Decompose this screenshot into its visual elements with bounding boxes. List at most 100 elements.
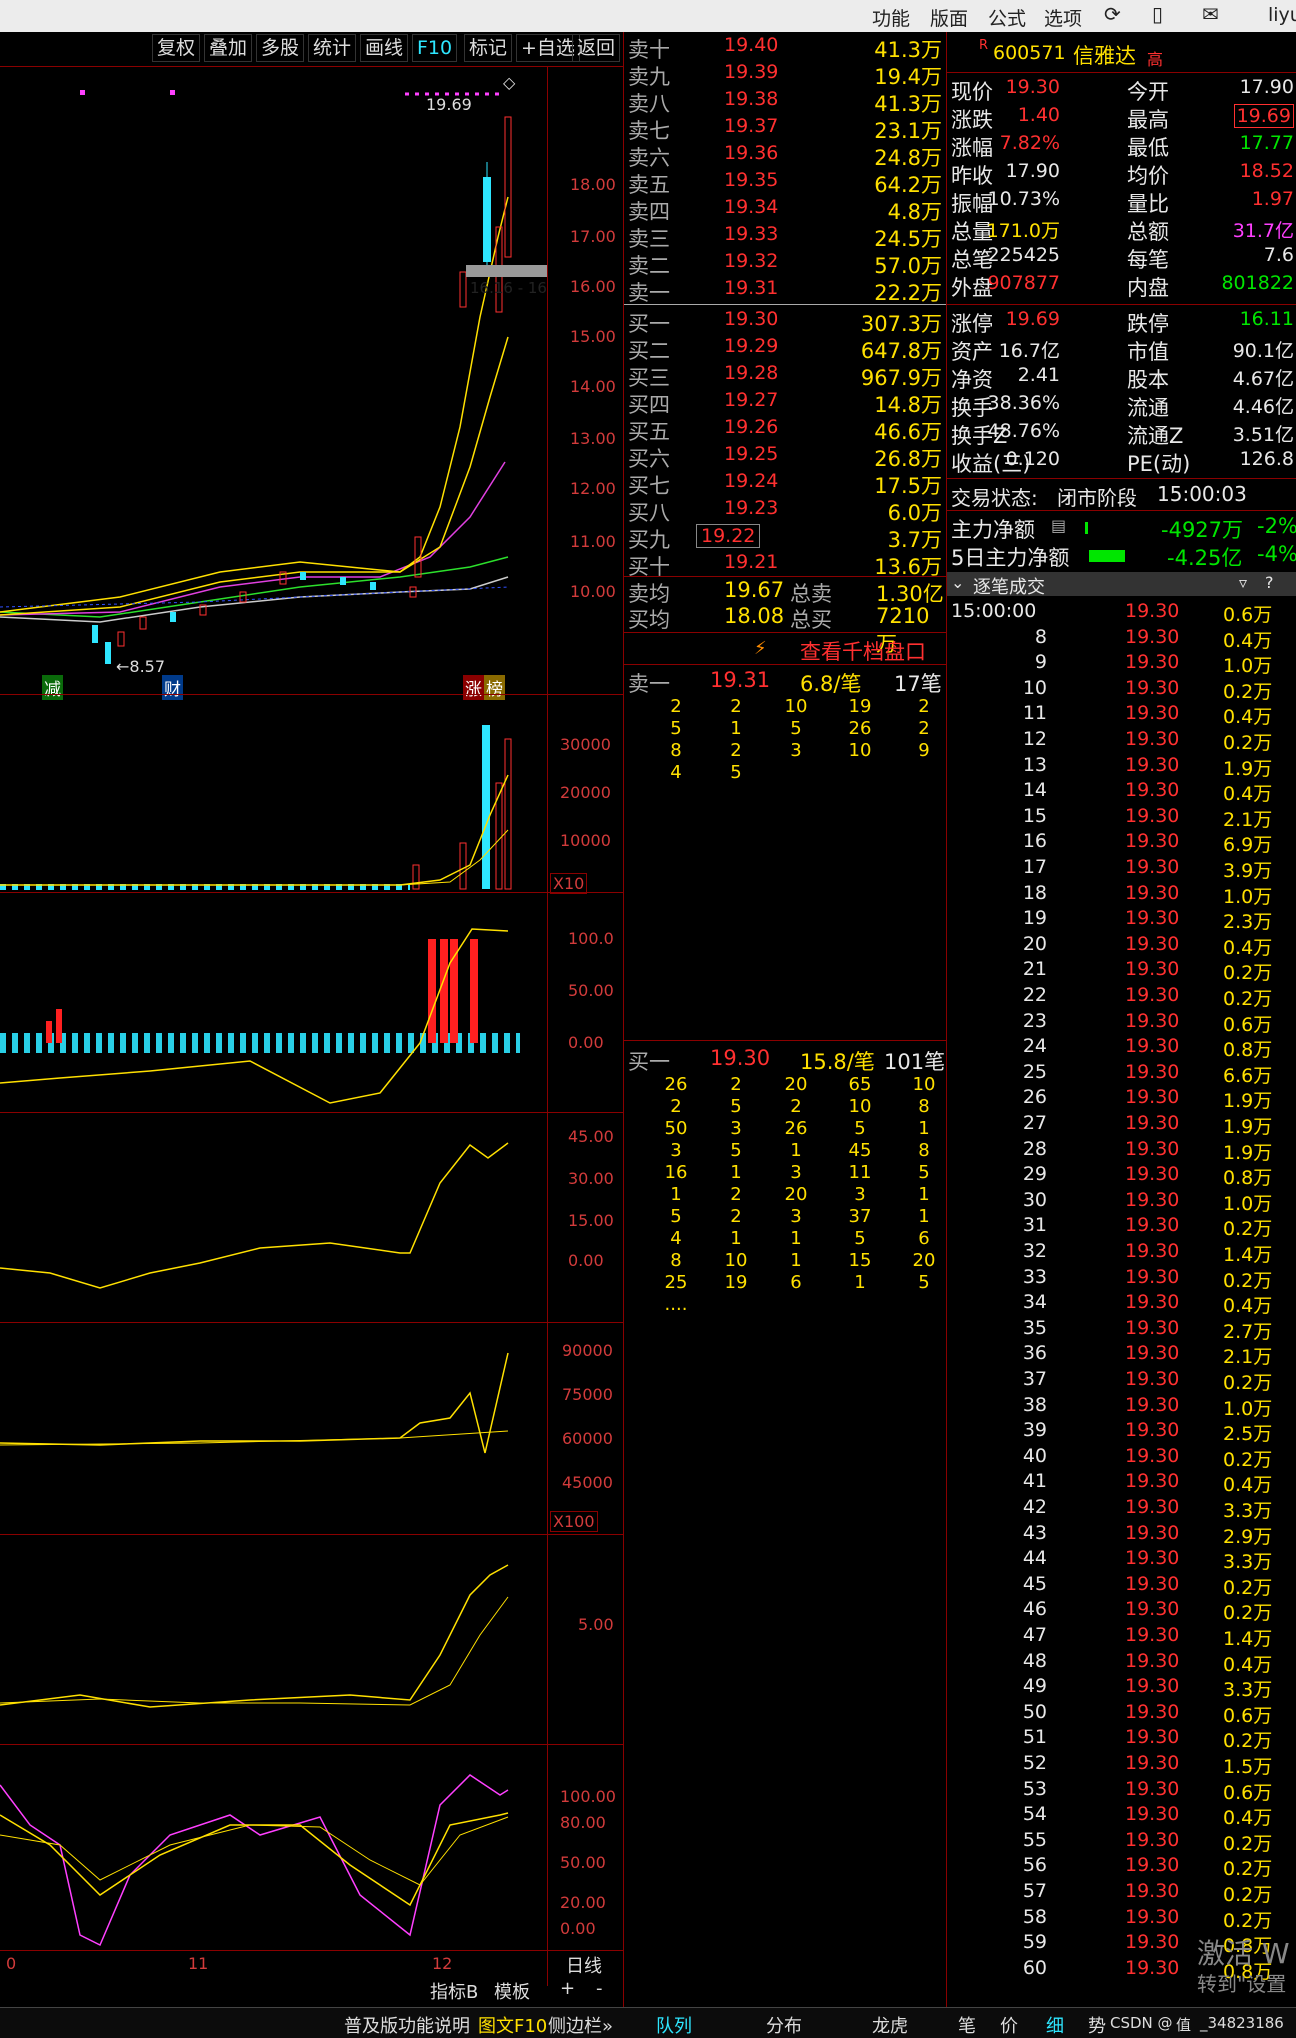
diamond-icon[interactable]: ◇: [503, 73, 515, 92]
order-sell-price[interactable]: 19.35: [724, 169, 778, 191]
tick-price[interactable]: 19.30: [1125, 1598, 1179, 1620]
kline-panel[interactable]: 18.00 17.00 16.00 15.00 14.00 13.00 12.0…: [0, 66, 623, 700]
tick-price[interactable]: 19.30: [1125, 1112, 1179, 1134]
period-daily-button[interactable]: 日线: [566, 1952, 602, 1978]
tick-price[interactable]: 19.30: [1125, 1624, 1179, 1646]
order-buy-price[interactable]: 19.27: [724, 389, 778, 411]
tick-price[interactable]: 19.30: [1125, 1061, 1179, 1083]
tick-price[interactable]: 19.30: [1125, 1240, 1179, 1262]
order-sell-price[interactable]: 19.33: [724, 223, 778, 245]
tick-price[interactable]: 19.30: [1125, 651, 1179, 673]
tab-detail[interactable]: 细: [1046, 2012, 1064, 2038]
view-qiandang-button[interactable]: 查看千档盘口: [800, 636, 926, 666]
tick-price[interactable]: 19.30: [1125, 1726, 1179, 1748]
tick-price[interactable]: 19.30: [1125, 1496, 1179, 1518]
tick-price[interactable]: 19.30: [1125, 1138, 1179, 1160]
tick-price[interactable]: 19.30: [1125, 1394, 1179, 1416]
tick-price[interactable]: 19.30: [1125, 1368, 1179, 1390]
order-sell-price[interactable]: 19.37: [724, 115, 778, 137]
tick-price[interactable]: 19.30: [1125, 1522, 1179, 1544]
toolbar-back-button[interactable]: 返回: [572, 34, 621, 62]
order-sell-price[interactable]: 19.38: [724, 88, 778, 110]
tick-price[interactable]: 19.30: [1125, 1752, 1179, 1774]
stock-code[interactable]: 600571: [993, 42, 1066, 64]
tick-price[interactable]: 19.30: [1125, 626, 1179, 648]
tick-price[interactable]: 19.30: [1125, 1189, 1179, 1211]
tab-ticks[interactable]: 笔: [958, 2012, 976, 2038]
order-sell-price[interactable]: 19.36: [724, 142, 778, 164]
tick-price[interactable]: 19.30: [1125, 830, 1179, 852]
toolbar-draw-button[interactable]: 画线: [360, 34, 409, 62]
order-sell-price[interactable]: 19.31: [724, 277, 778, 299]
tick-price[interactable]: 19.30: [1125, 1650, 1179, 1672]
status-help-link[interactable]: 普及版功能说明: [344, 2012, 470, 2038]
tick-price[interactable]: 19.30: [1125, 1214, 1179, 1236]
tick-price[interactable]: 19.30: [1125, 1266, 1179, 1288]
tab-longhu[interactable]: 龙虎: [872, 2012, 908, 2038]
tick-price[interactable]: 19.30: [1125, 1957, 1179, 1979]
order-sell-price[interactable]: 19.39: [724, 61, 778, 83]
tick-price[interactable]: 19.30: [1125, 1778, 1179, 1800]
tick-price[interactable]: 19.30: [1125, 907, 1179, 929]
zoom-in-button[interactable]: +: [560, 1978, 575, 1999]
tab-distribution[interactable]: 分布: [766, 2012, 802, 2038]
order-sell-price[interactable]: 19.40: [724, 34, 778, 56]
menu-layout[interactable]: 版面: [930, 4, 968, 31]
toolbar-multi-button[interactable]: 多股: [256, 34, 305, 62]
tick-price[interactable]: 19.30: [1125, 1291, 1179, 1313]
tick-price[interactable]: 19.30: [1125, 1906, 1179, 1928]
toolbar-stats-button[interactable]: 统计: [308, 34, 357, 62]
tick-price[interactable]: 19.30: [1125, 1445, 1179, 1467]
mail-icon[interactable]: ✉: [1202, 2, 1219, 26]
tick-price[interactable]: 19.30: [1125, 1854, 1179, 1876]
order-buy-price[interactable]: 19.21: [724, 551, 778, 573]
tick-price[interactable]: 19.30: [1125, 1675, 1179, 1697]
order-buy-price[interactable]: 19.26: [724, 416, 778, 438]
tick-price[interactable]: 19.30: [1125, 728, 1179, 750]
order-sell-price[interactable]: 19.32: [724, 250, 778, 272]
tick-price[interactable]: 19.30: [1125, 1547, 1179, 1569]
tick-price[interactable]: 19.30: [1125, 984, 1179, 1006]
menu-function[interactable]: 功能: [872, 4, 910, 31]
user-name[interactable]: liyu: [1268, 4, 1296, 26]
refresh-icon[interactable]: ⟳: [1104, 2, 1121, 26]
tick-price[interactable]: 19.30: [1125, 805, 1179, 827]
tick-price[interactable]: 19.30: [1125, 1701, 1179, 1723]
macd-panel[interactable]: 100.0 50.00 0.00: [0, 892, 623, 1113]
tick-price[interactable]: 19.30: [1125, 1931, 1179, 1953]
indicator-b-button[interactable]: 指标B: [430, 1978, 478, 2004]
toolbar-f10-button[interactable]: F10: [412, 34, 458, 62]
tick-price[interactable]: 19.30: [1125, 779, 1179, 801]
tick-price[interactable]: 19.30: [1125, 856, 1179, 878]
tick-price[interactable]: 19.30: [1125, 1470, 1179, 1492]
tick-price[interactable]: 19.30: [1125, 1342, 1179, 1364]
zoom-out-button[interactable]: -: [596, 1978, 603, 1999]
toolbar-fuquan-button[interactable]: 复权: [152, 34, 201, 62]
tick-price[interactable]: 19.30: [1125, 958, 1179, 980]
tab-trend[interactable]: 势: [1088, 2012, 1106, 2038]
tick-price[interactable]: 19.30: [1125, 1010, 1179, 1032]
tick-price[interactable]: 19.30: [1125, 1880, 1179, 1902]
tick-price[interactable]: 19.30: [1125, 754, 1179, 776]
toolbar-addfav-button[interactable]: +自选: [516, 34, 580, 62]
tick-price[interactable]: 19.30: [1125, 1803, 1179, 1825]
collapse-icon[interactable]: ⌄: [951, 573, 964, 592]
tick-price[interactable]: 19.30: [1125, 1573, 1179, 1595]
help-icon[interactable]: ?: [1265, 573, 1274, 592]
indicator5-panel[interactable]: 5.00: [0, 1534, 623, 1745]
order-sell-price[interactable]: 19.34: [724, 196, 778, 218]
menu-formula[interactable]: 公式: [988, 4, 1026, 31]
toolbar-mark-button[interactable]: 标记: [464, 34, 513, 62]
status-sidebar-link[interactable]: 侧边栏»: [548, 2012, 613, 2038]
status-f10-link[interactable]: 图文F10: [478, 2012, 547, 2038]
filter-icon[interactable]: ▿: [1239, 573, 1247, 592]
volume-panel[interactable]: 30000 20000 10000 X10: [0, 694, 623, 894]
indicator4-panel[interactable]: 90000 75000 60000 45000 X100: [0, 1322, 623, 1535]
stock-name[interactable]: 信雅达: [1073, 40, 1136, 70]
order-buy-price[interactable]: 19.29: [724, 335, 778, 357]
tick-price[interactable]: 19.30: [1125, 1086, 1179, 1108]
template-button[interactable]: 模板: [494, 1978, 530, 2004]
order-buy-price[interactable]: 19.25: [724, 443, 778, 465]
tick-price[interactable]: 19.30: [1125, 1829, 1179, 1851]
tick-price[interactable]: 19.30: [1125, 1035, 1179, 1057]
